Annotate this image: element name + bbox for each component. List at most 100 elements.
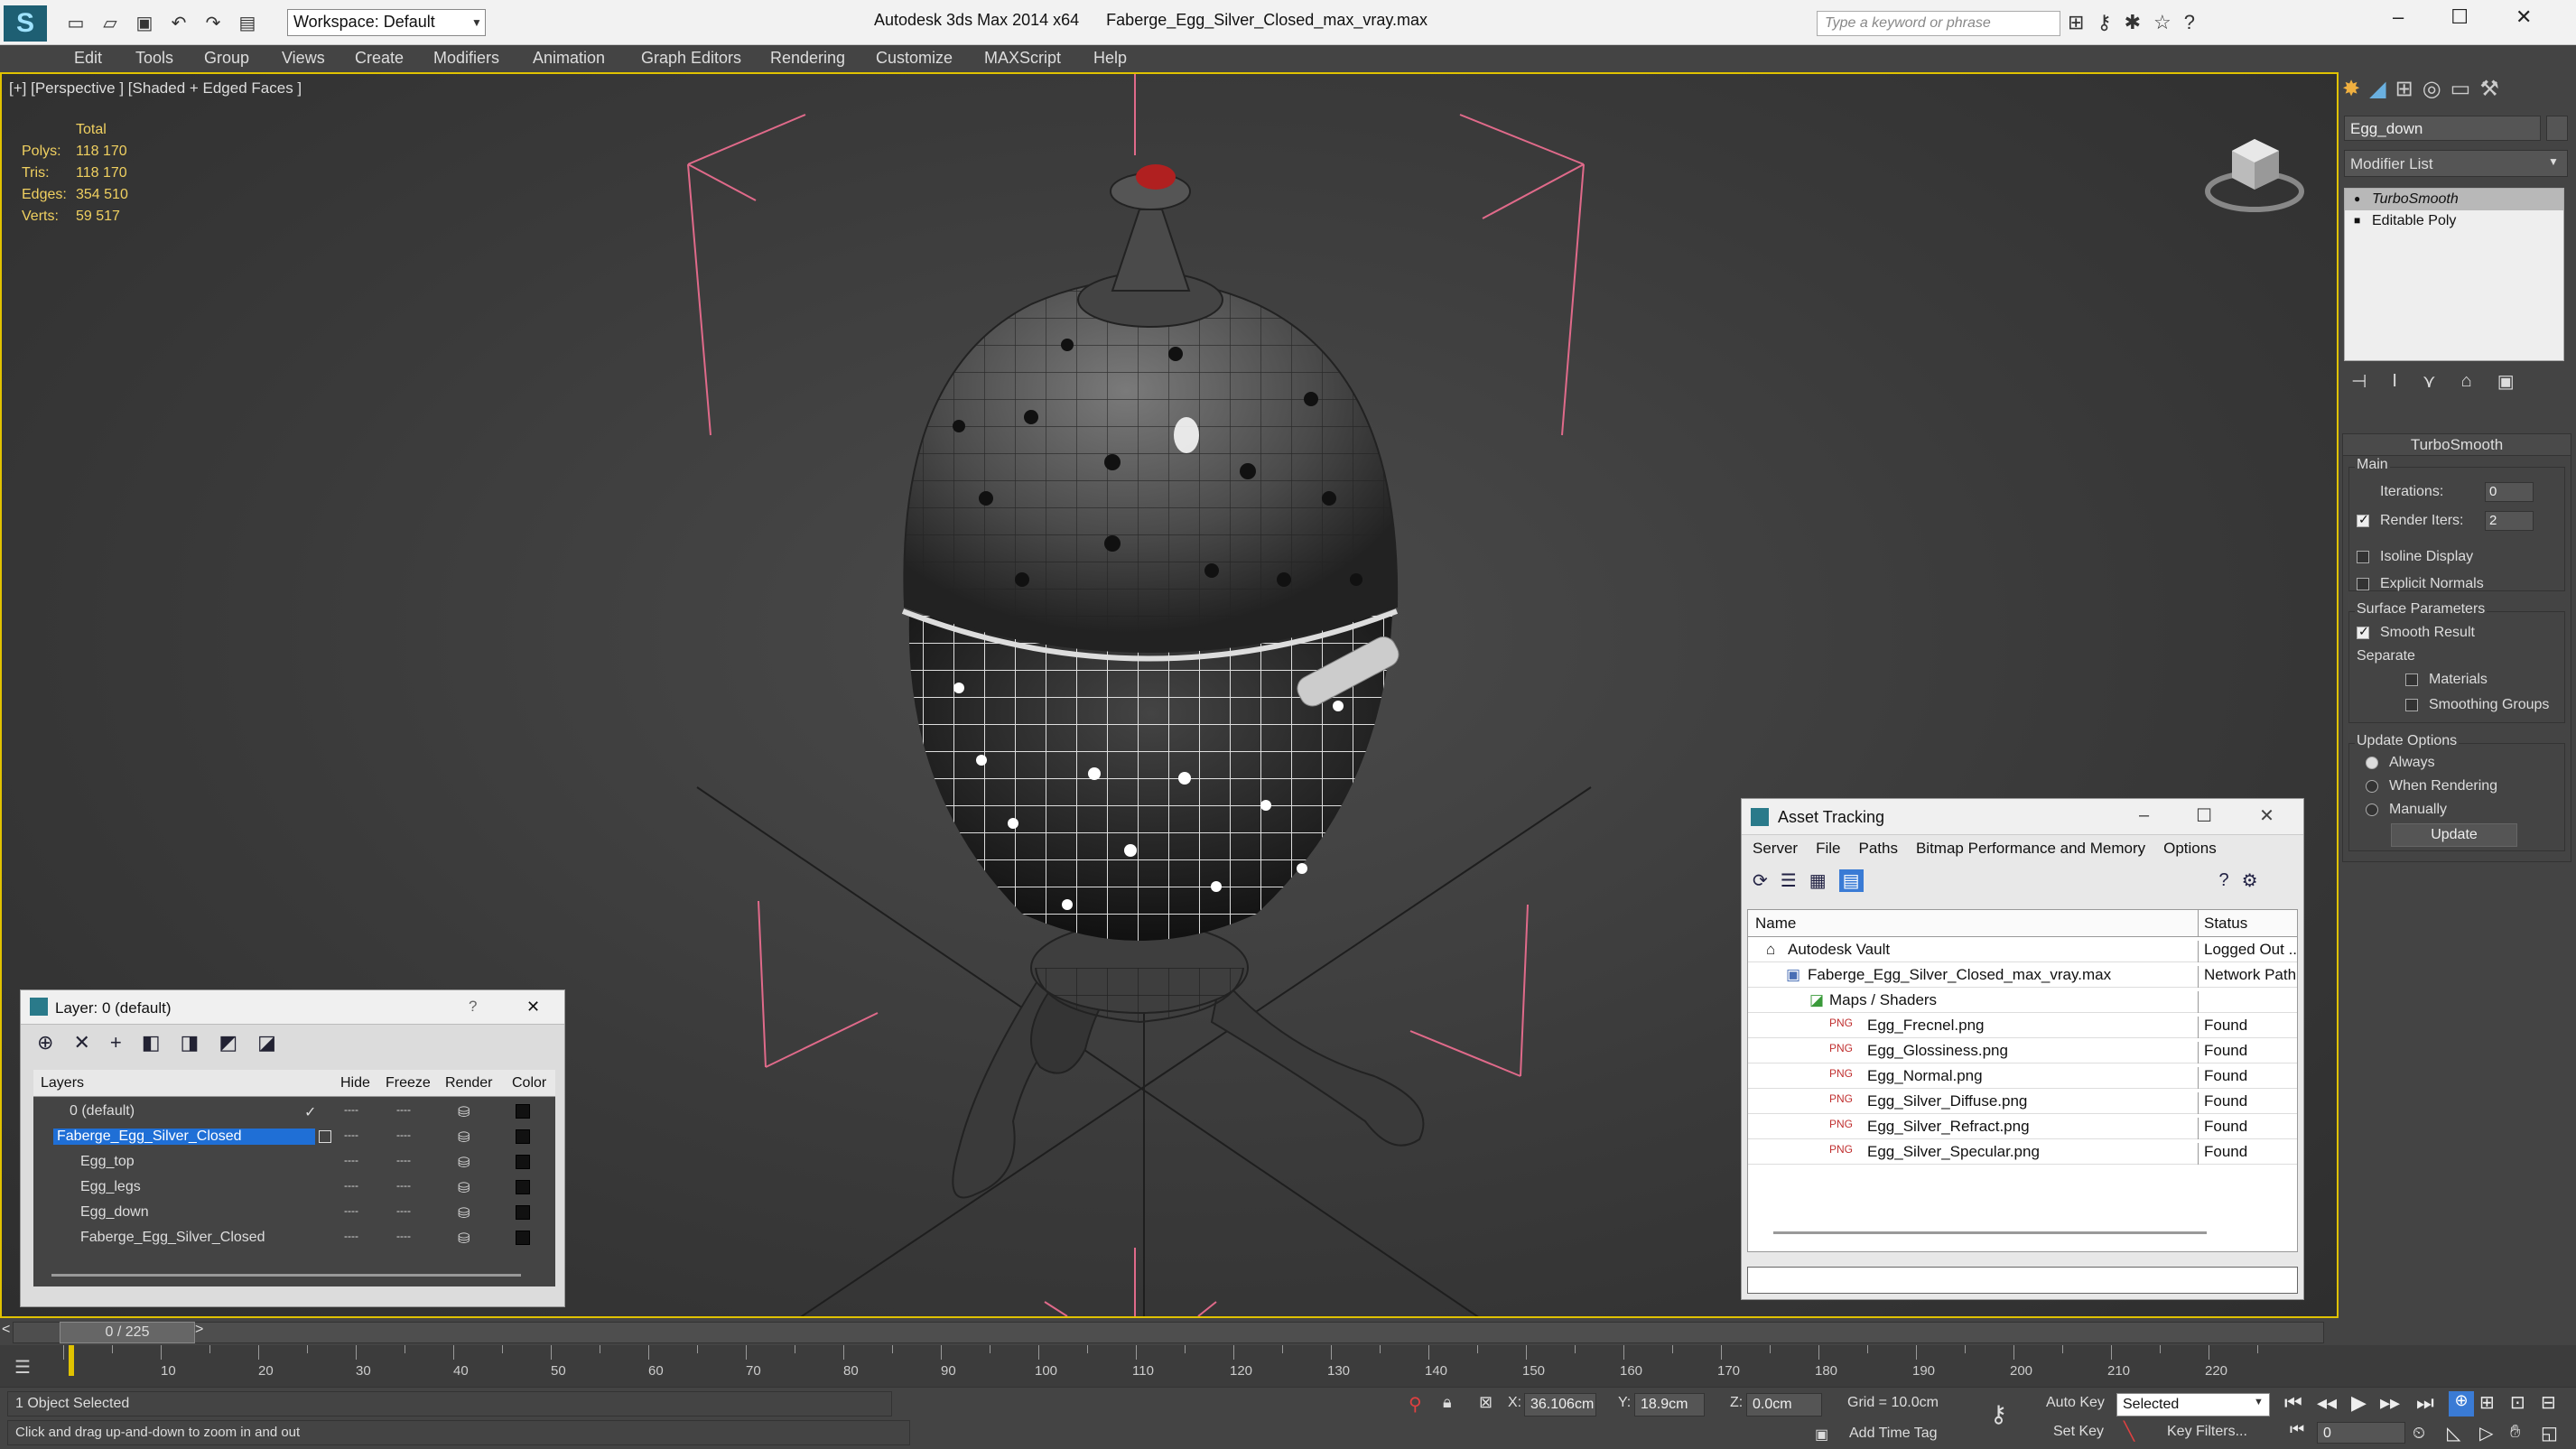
play-icon[interactable]: ▶ [2351,1391,2367,1415]
binoculars-icon[interactable]: ⊞ [2068,11,2084,34]
layer-hide-toggle[interactable]: ---- [344,1230,358,1242]
smoothing-groups-checkbox[interactable] [2405,699,2418,711]
refresh-icon[interactable]: ⟳ [1753,869,1768,892]
open-file-icon[interactable]: ▱ [98,12,123,34]
asset-name[interactable]: Egg_Silver_Refract.png [1867,1118,2030,1136]
when-rendering-radio[interactable] [2366,780,2378,793]
project-folder-icon[interactable]: ▤ [235,12,260,34]
workspace-dropdown[interactable]: Workspace: Default [287,9,486,36]
pin-stack-icon[interactable]: ⊣ [2351,370,2367,393]
teapot-render-icon[interactable]: ⛁ [458,1103,470,1121]
list-view-icon[interactable]: ☰ [1781,869,1797,892]
curve-editor-icon[interactable]: ☰ [14,1356,31,1379]
col-hide[interactable]: Hide [340,1075,370,1091]
layer-row[interactable]: Egg_top ---- ---- ⛁ [33,1149,555,1175]
save-file-icon[interactable]: ▣ [132,12,157,34]
new-layer-icon[interactable]: ⊕ [37,1031,53,1054]
manually-radio[interactable] [2366,803,2378,816]
layer-row[interactable]: Faberge_Egg_Silver_Closed ---- ---- ⛁ [33,1124,555,1149]
layer-freeze-toggle[interactable]: ---- [396,1179,411,1192]
col-render[interactable]: Render [445,1075,492,1091]
new-file-icon[interactable]: ▭ [63,12,88,34]
vault-help-icon[interactable]: ? [2219,870,2229,891]
menu-graph-editors[interactable]: Graph Editors [641,49,741,68]
layer-name[interactable]: Egg_down [80,1204,149,1221]
layer-name[interactable]: Faberge_Egg_Silver_Closed [80,1230,265,1246]
menu-animation[interactable]: Animation [533,49,605,68]
layer-panel-close-button[interactable]: ✕ [526,998,540,1017]
asset-name[interactable]: Egg_Normal.png [1867,1067,1983,1085]
absolute-mode-icon[interactable]: ⊠ [1479,1393,1493,1412]
set-key-button[interactable]: Set Key [2053,1424,2104,1440]
layer-row[interactable]: 0 (default) ✓ ---- ---- ⛁ [33,1099,555,1124]
add-to-layer-icon[interactable]: + [110,1031,122,1054]
layer-color-swatch[interactable] [516,1180,530,1194]
time-slider-handle[interactable]: 0 / 225 [60,1322,195,1343]
configure-sets-icon[interactable]: ▣ [2497,370,2515,393]
chevron-down-icon[interactable]: ▼ [468,9,486,36]
teapot-render-icon[interactable]: ⛁ [458,1230,470,1248]
layer-hide-toggle[interactable]: ---- [344,1103,358,1116]
layer-freeze-toggle[interactable]: ---- [396,1154,411,1166]
layer-color-swatch[interactable] [516,1231,530,1245]
render-iters-spinner[interactable]: 2 [2485,511,2534,531]
lock-icon[interactable]: 🔒︎ [1443,1393,1452,1412]
iterations-spinner[interactable]: 0 [2485,482,2534,502]
egg-top-mesh[interactable] [903,164,1399,653]
asset-menu-options[interactable]: Options [2163,840,2217,858]
layer-color-swatch[interactable] [516,1205,530,1220]
remove-modifier-icon[interactable]: ⌂ [2461,371,2472,392]
menu-edit[interactable]: Edit [74,49,102,68]
asset-row[interactable]: PNG Egg_Silver_Specular.png Found [1748,1139,2297,1165]
asset-name[interactable]: Autodesk Vault [1788,941,1890,959]
light-bulb-icon[interactable]: ● [2354,192,2360,205]
zoom-extents-icon[interactable]: ⊡ [2510,1391,2525,1414]
show-end-result-icon[interactable]: Ι [2392,371,2397,392]
zoom-icon[interactable]: ⊕ [2449,1391,2474,1416]
menu-customize[interactable]: Customize [876,49,953,68]
display-tab-icon[interactable]: ▭ [2450,76,2471,102]
egg-legs-mesh[interactable] [952,922,1425,1199]
layer-name[interactable]: Faberge_Egg_Silver_Closed [53,1129,315,1145]
freeze-all-icon[interactable]: ◪ [257,1031,276,1054]
key-icon[interactable]: ⚷ [2097,11,2111,34]
utilities-tab-icon[interactable]: ⚒ [2479,76,2499,102]
col-name[interactable]: Name [1755,915,1796,933]
chevron-down-icon[interactable]: ▼ [2548,155,2559,168]
asset-path-field[interactable] [1747,1267,2298,1294]
menu-help[interactable]: Help [1093,49,1127,68]
layer-hide-toggle[interactable]: ---- [344,1204,358,1217]
teapot-render-icon[interactable]: ⛁ [458,1179,470,1197]
highlight-layer-icon[interactable]: ◨ [181,1031,200,1054]
stack-item-editable-poly[interactable]: Editable Poly [2345,210,2563,232]
asset-row[interactable]: ▣ Faberge_Egg_Silver_Closed_max_vray.max… [1748,962,2297,988]
key-filters-button[interactable]: Key Filters... [2167,1424,2247,1440]
auto-key-button[interactable]: Auto Key [2046,1395,2105,1411]
add-time-tag-button[interactable]: Add Time Tag [1849,1426,1938,1442]
object-color-swatch[interactable] [2546,116,2568,141]
orbit-icon[interactable]: ▷ [2479,1422,2493,1444]
menu-group[interactable]: Group [204,49,249,68]
next-frame-icon[interactable]: ▸▸ [2380,1391,2400,1415]
col-layers[interactable]: Layers [41,1075,84,1091]
time-prev-button[interactable]: < [2,1322,10,1338]
asset-name[interactable]: Egg_Silver_Diffuse.png [1867,1092,2027,1110]
asset-row[interactable]: PNG Egg_Silver_Refract.png Found [1748,1114,2297,1139]
maximize-icon[interactable]: ☐ [2450,5,2469,29]
layer-freeze-toggle[interactable]: ---- [396,1230,411,1242]
asset-name[interactable]: Maps / Shaders [1829,991,1937,1009]
layer-freeze-toggle[interactable]: ---- [396,1129,411,1141]
always-radio[interactable] [2366,757,2378,769]
asset-row[interactable]: ⌂ Autodesk Vault Logged Out ... [1748,937,2297,962]
isoline-checkbox[interactable] [2357,551,2369,563]
pan-icon[interactable]: ✋︎ [2510,1422,2520,1443]
menu-tools[interactable]: Tools [135,49,173,68]
menu-create[interactable]: Create [355,49,404,68]
asset-row[interactable]: PNG Egg_Silver_Diffuse.png Found [1748,1089,2297,1114]
set-keys-icon[interactable]: ⚷ [1990,1400,2007,1428]
layer-color-swatch[interactable] [516,1155,530,1169]
modify-tab-icon[interactable]: ◢ [2369,76,2385,102]
zoom-extents-all-icon[interactable]: ⊟ [2541,1391,2556,1414]
layer-freeze-toggle[interactable]: ---- [396,1204,411,1217]
menu-maxscript[interactable]: MAXScript [984,49,1061,68]
